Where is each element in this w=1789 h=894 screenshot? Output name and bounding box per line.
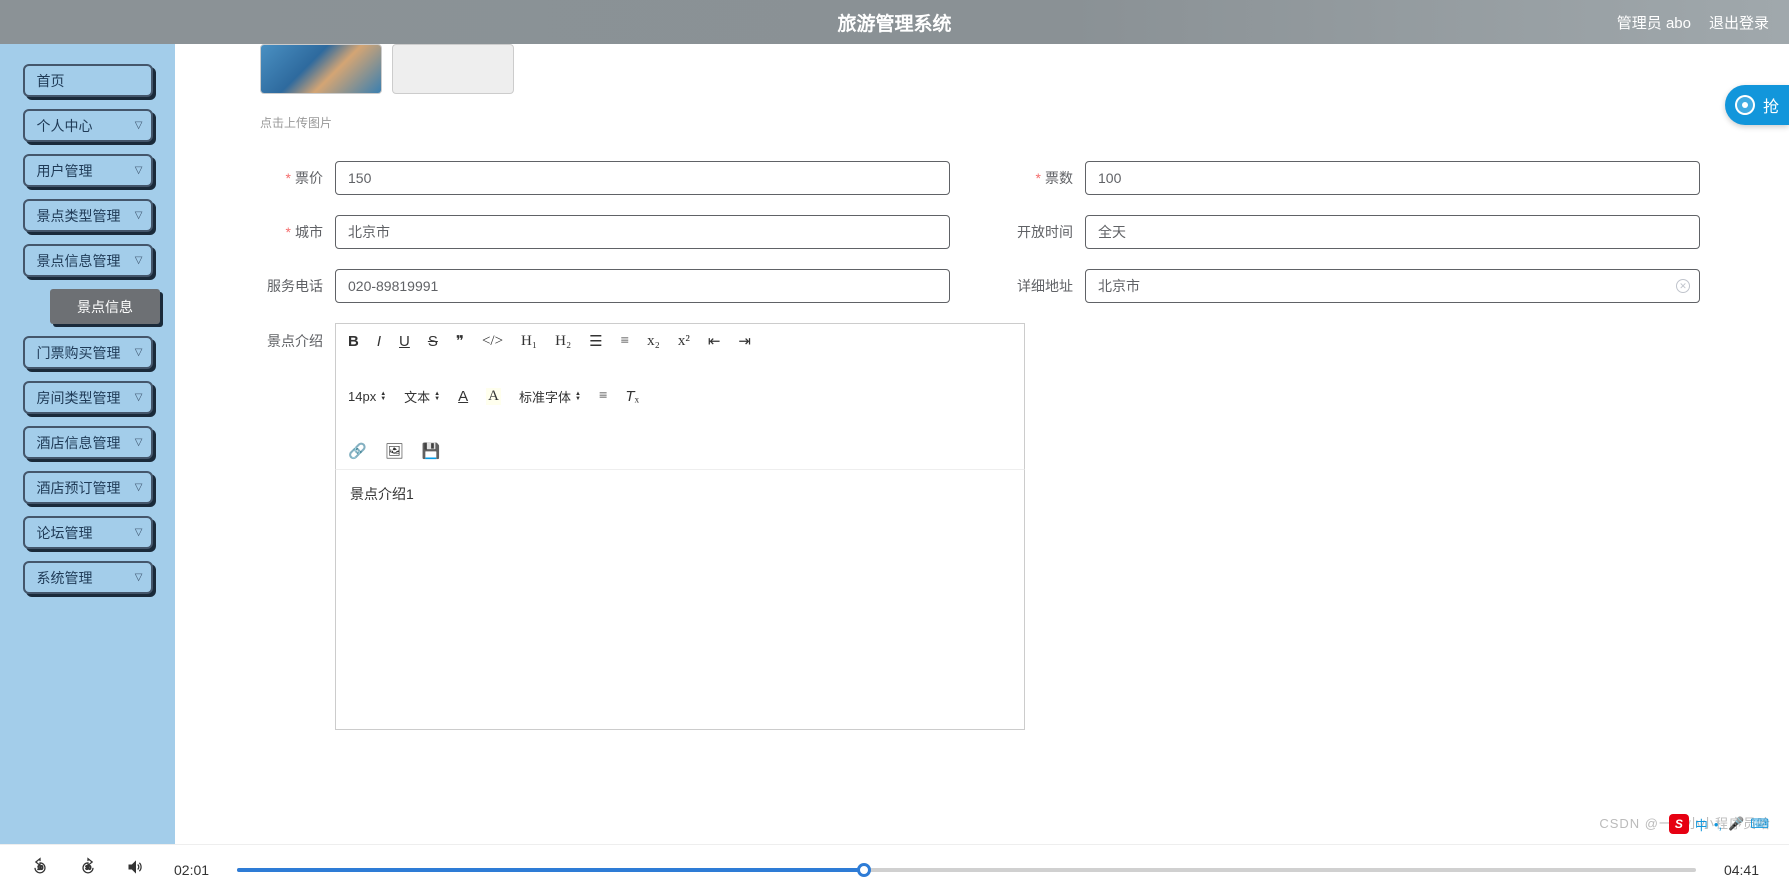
quote-icon[interactable]: ❞: [456, 332, 464, 351]
header-right: 管理员 abo 退出登录: [1617, 12, 1769, 33]
qty-label: *票数: [1010, 168, 1085, 188]
h2-icon[interactable]: H₂: [555, 333, 571, 350]
nav-sub-scenic-info[interactable]: 景点信息: [50, 289, 160, 324]
strike-icon[interactable]: S: [428, 333, 438, 351]
app-header: 旅游管理系统 管理员 abo 退出登录: [0, 0, 1789, 44]
font-size-select[interactable]: 14px▲▼: [348, 389, 386, 404]
chevron-down-icon: ▽: [135, 527, 143, 538]
link-icon[interactable]: 🔗: [348, 442, 367, 461]
upload-hint: 点击上传图片: [260, 114, 1789, 131]
user-label[interactable]: 管理员 abo: [1617, 12, 1691, 33]
chevron-down-icon: ▽: [135, 347, 143, 358]
nav-scenic-info[interactable]: 景点信息管理▽: [23, 244, 153, 277]
chevron-down-icon: ▽: [135, 482, 143, 493]
image-upload-slot[interactable]: [392, 44, 514, 94]
chevron-down-icon: ▽: [135, 165, 143, 176]
nav-scenic-type[interactable]: 景点类型管理▽: [23, 199, 153, 232]
chevron-down-icon: ▽: [135, 120, 143, 131]
bold-icon[interactable]: B: [348, 333, 359, 351]
image-icon[interactable]: 🖼: [385, 442, 404, 461]
nav-hotel-book[interactable]: 酒店预订管理▽: [23, 471, 153, 504]
superscript-icon[interactable]: x²: [678, 333, 690, 350]
total-time: 04:41: [1724, 862, 1759, 878]
qty-input[interactable]: [1085, 161, 1700, 195]
ime-punct-icon[interactable]: •,: [1714, 817, 1722, 832]
save-icon[interactable]: 💾: [422, 442, 441, 461]
outdent-icon[interactable]: ⇥: [738, 332, 751, 351]
text-format-select[interactable]: 文本▲▼: [404, 387, 440, 406]
addr-input[interactable]: [1085, 269, 1700, 303]
current-time: 02:01: [174, 862, 209, 878]
city-label: *城市: [260, 222, 335, 242]
price-input[interactable]: [335, 161, 950, 195]
code-icon[interactable]: </>: [482, 333, 503, 350]
ime-lang[interactable]: 中: [1695, 815, 1708, 834]
float-action-button[interactable]: 抢: [1725, 85, 1789, 125]
chevron-down-icon: ▽: [135, 572, 143, 583]
ime-toolbar: S 中 •, 🎤 ⌨: [1669, 814, 1769, 834]
chevron-down-icon: ▽: [135, 437, 143, 448]
chevron-down-icon: ▽: [135, 210, 143, 221]
nav-system[interactable]: 系统管理▽: [23, 561, 153, 594]
intro-label: 景点介绍: [260, 323, 335, 730]
indent-icon[interactable]: ⇤: [708, 332, 721, 351]
sidebar: 首页 个人中心▽ 用户管理▽ 景点类型管理▽ 景点信息管理▽ 景点信息 门票购买…: [0, 44, 175, 844]
main-content: 点击上传图片 *票价 *票数 *城市 开放时间 服务电话: [175, 44, 1789, 844]
nav-home[interactable]: 首页: [23, 64, 153, 97]
nav-hotel-info[interactable]: 酒店信息管理▽: [23, 426, 153, 459]
logout-link[interactable]: 退出登录: [1709, 12, 1769, 33]
subscript-icon[interactable]: x₂: [647, 333, 660, 350]
italic-icon[interactable]: I: [377, 333, 381, 351]
svg-text:30: 30: [86, 866, 92, 872]
chevron-down-icon: ▽: [135, 255, 143, 266]
phone-input[interactable]: [335, 269, 950, 303]
nav-users[interactable]: 用户管理▽: [23, 154, 153, 187]
editor-toolbar: B I U S ❞ </> H₁ H₂ ☰ ≡ x₂ x² ⇤ ⇥ 14px▲▼: [335, 323, 1025, 470]
ordered-list-icon[interactable]: ☰: [589, 332, 602, 351]
open-label: 开放时间: [1010, 222, 1085, 242]
underline-icon[interactable]: U: [399, 333, 410, 351]
editor-textarea[interactable]: 景点介绍1: [335, 470, 1025, 730]
clear-icon[interactable]: ✕: [1676, 279, 1690, 293]
open-input[interactable]: [1085, 215, 1700, 249]
clear-format-icon[interactable]: Tₓ: [625, 388, 639, 406]
nav-forum[interactable]: 论坛管理▽: [23, 516, 153, 549]
video-player-bar: 10 30 02:01 04:41: [0, 844, 1789, 894]
price-label: *票价: [260, 168, 335, 188]
nav-ticket[interactable]: 门票购买管理▽: [23, 336, 153, 369]
unordered-list-icon[interactable]: ≡: [621, 333, 629, 350]
forward-30-icon[interactable]: 30: [78, 857, 98, 882]
addr-label: 详细地址: [1010, 276, 1085, 296]
font-family-select[interactable]: 标准字体▲▼: [519, 387, 581, 406]
ime-logo-icon[interactable]: S: [1669, 814, 1689, 834]
image-thumbnail[interactable]: [260, 44, 382, 94]
chevron-down-icon: ▽: [135, 392, 143, 403]
volume-icon[interactable]: [126, 857, 146, 882]
text-color-icon[interactable]: A: [458, 388, 468, 406]
ime-keyboard-icon[interactable]: ⌨: [1750, 816, 1769, 832]
city-input[interactable]: [335, 215, 950, 249]
rewind-10-icon[interactable]: 10: [30, 857, 50, 882]
bg-color-icon[interactable]: A: [486, 388, 501, 405]
progress-track[interactable]: [237, 868, 1696, 872]
nav-room-type[interactable]: 房间类型管理▽: [23, 381, 153, 414]
progress-thumb[interactable]: [857, 863, 871, 877]
nav-profile[interactable]: 个人中心▽: [23, 109, 153, 142]
svg-text:10: 10: [38, 866, 44, 872]
phone-label: 服务电话: [260, 276, 335, 296]
ime-mic-icon[interactable]: 🎤: [1728, 816, 1744, 832]
app-title: 旅游管理系统: [837, 9, 951, 36]
align-icon[interactable]: ≡: [599, 388, 607, 405]
h1-icon[interactable]: H₁: [521, 333, 537, 350]
